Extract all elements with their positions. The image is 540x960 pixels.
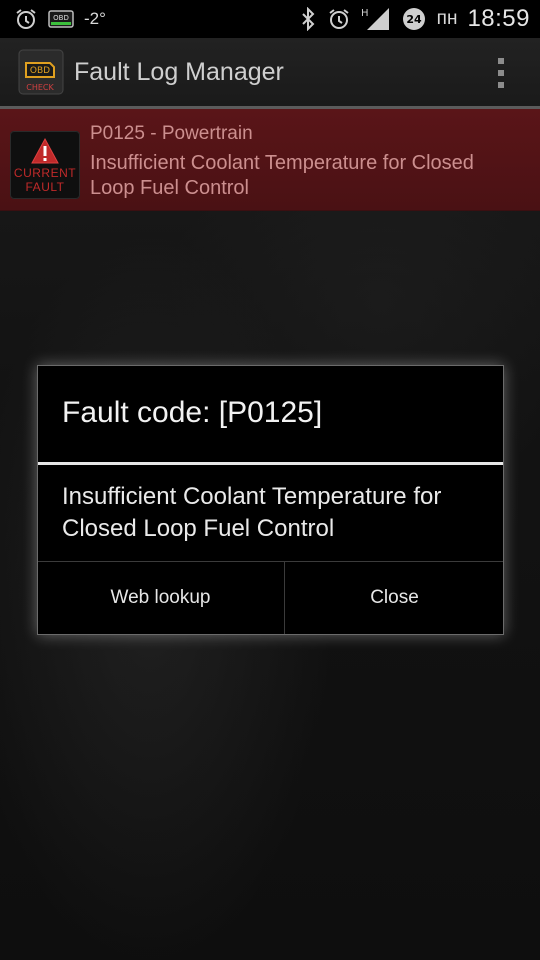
signal-icon: H xyxy=(361,6,391,32)
alarm-icon xyxy=(14,7,38,31)
temperature-text: -2° xyxy=(84,9,106,28)
fault-code-dialog: Fault code: [P0125] Insufficient Coolant… xyxy=(37,365,504,635)
app-title: Fault Log Manager xyxy=(74,57,284,86)
clock-text: 18:59 xyxy=(467,5,530,32)
obd-check-icon: OBD CHECK xyxy=(18,49,64,95)
fault-description-text: Insufficient Coolant Temperature for Clo… xyxy=(90,152,474,199)
svg-text:H: H xyxy=(361,8,369,19)
action-bar: OBD CHECK Fault Log Manager xyxy=(0,38,540,109)
obd-icon: OBD xyxy=(48,9,74,29)
status-right: H 24 пн 18:59 xyxy=(299,5,540,33)
dialog-title: Fault code: [P0125] xyxy=(62,396,323,429)
web-lookup-button[interactable]: Web lookup xyxy=(38,562,283,634)
badge-line2: FAULT xyxy=(25,180,65,194)
status-left: OBD -2° xyxy=(0,7,106,31)
data-badge-icon: 24 xyxy=(401,6,427,32)
current-fault-icon: CURRENT FAULT xyxy=(10,131,80,199)
status-bar: OBD -2° H 24 пн 18:59 xyxy=(0,0,540,38)
badge-line1: CURRENT xyxy=(13,166,77,180)
svg-text:OBD: OBD xyxy=(53,14,69,22)
svg-text:CHECK: CHECK xyxy=(26,83,54,92)
bluetooth-icon xyxy=(299,7,317,31)
close-button[interactable]: Close xyxy=(284,562,504,634)
overflow-menu-icon[interactable] xyxy=(498,58,504,88)
svg-text:OBD: OBD xyxy=(30,66,50,76)
fault-code-text: P0125 - Powertrain xyxy=(90,123,253,144)
dialog-divider xyxy=(38,462,503,465)
svg-text:24: 24 xyxy=(406,13,422,26)
dialog-message: Insufficient Coolant Temperature for Clo… xyxy=(62,483,442,542)
alarm-icon xyxy=(327,7,351,31)
day-text: пн xyxy=(436,8,458,29)
